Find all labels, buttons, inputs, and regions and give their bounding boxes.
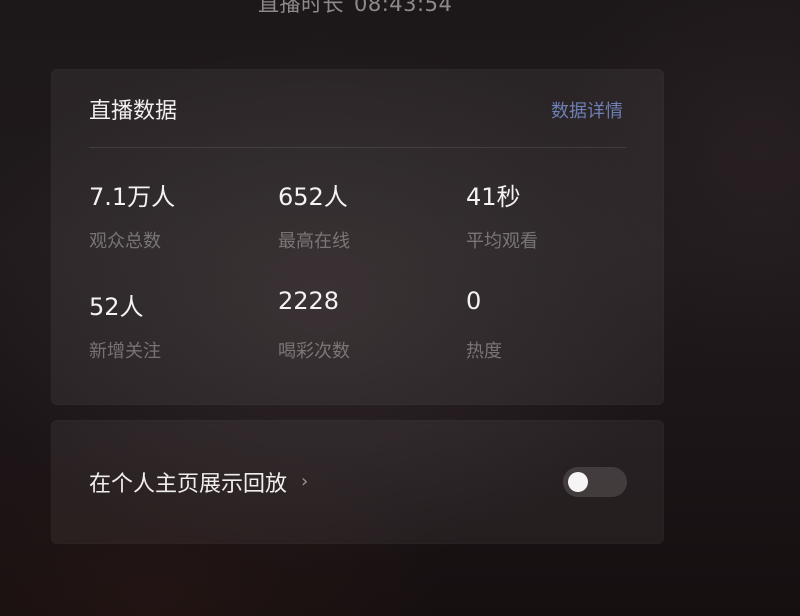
stat-peak-online-label: 最高在线 <box>278 231 350 252</box>
live-duration-value: 08:43:54 <box>354 0 453 16</box>
show-replay-on-profile-row[interactable]: 在个人主页展示回放 › <box>89 466 308 498</box>
chevron-right-icon: › <box>301 471 309 492</box>
show-replay-label: 在个人主页展示回放 <box>89 472 288 497</box>
live-stats-title: 直播数据 <box>89 99 178 124</box>
live-duration: 直播时长 08:43:54 <box>258 0 452 18</box>
stat-total-viewers-label: 观众总数 <box>89 231 161 252</box>
stat-new-followers-label: 新增关注 <box>89 341 161 362</box>
stat-heat-value: 0 <box>466 287 482 315</box>
stat-peak-online-value: 652人 <box>278 183 348 211</box>
stat-cheers-value: 2228 <box>278 287 340 315</box>
stat-cheers-label: 喝彩次数 <box>278 341 350 362</box>
data-details-link[interactable]: 数据详情 <box>551 97 623 123</box>
stat-new-followers-value: 52人 <box>89 293 144 321</box>
stat-total-viewers-value: 7.1万人 <box>89 183 176 211</box>
toggle-knob <box>568 472 588 492</box>
stats-divider <box>89 147 626 148</box>
stat-heat-label: 热度 <box>466 341 502 362</box>
live-duration-label: 直播时长 <box>258 0 344 16</box>
stat-avg-watch-label: 平均观看 <box>466 231 538 252</box>
stat-avg-watch-value: 41秒 <box>466 183 521 211</box>
show-replay-toggle[interactable] <box>563 467 627 497</box>
